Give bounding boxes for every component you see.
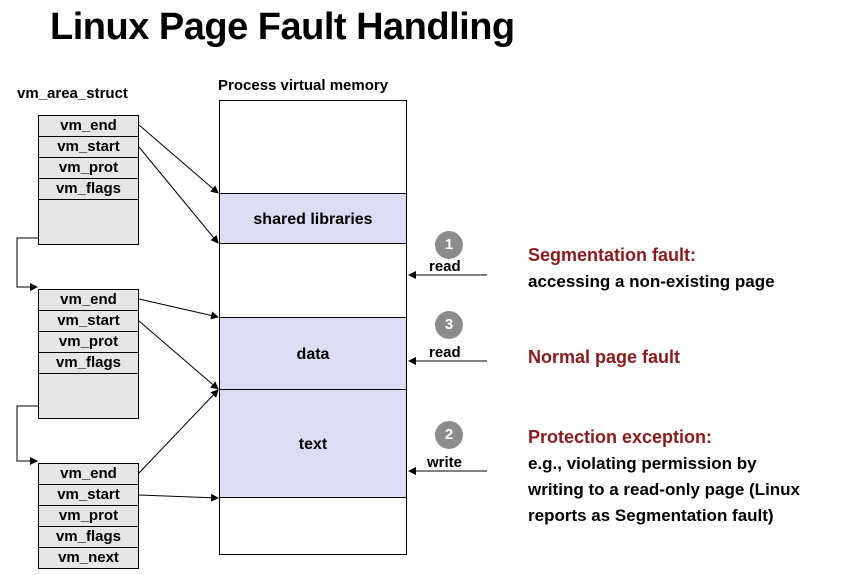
fault-title: Normal page fault: [528, 347, 681, 367]
arrow-vm-next-2: [16, 405, 38, 465]
fault-title: Protection exception:: [528, 427, 713, 447]
access-op-label: read: [429, 344, 461, 361]
access-number-badge: 2: [435, 421, 463, 449]
arrow-vm-end-1: [138, 124, 219, 194]
arrow-vm-end-2: [138, 298, 219, 320]
arrow-vm-next-1: [16, 237, 38, 291]
fault-description: accessing a non-existing page: [528, 272, 775, 291]
access-number-badge: 1: [435, 231, 463, 259]
access-number-badge: 3: [435, 311, 463, 339]
arrow-vm-start-2: [138, 320, 219, 390]
arrow-vm-end-3: [138, 389, 219, 474]
fault-description: writing to a read-only page (Linux: [528, 480, 801, 499]
access-op-label: write: [427, 454, 463, 471]
arrow-vm-start-1: [138, 146, 219, 244]
fault-description: reports as Segmentation fault): [528, 506, 774, 525]
fault-title: Segmentation fault:: [528, 245, 697, 265]
fault-description: e.g., violating permission by: [528, 454, 757, 473]
access-op-label: read: [429, 258, 461, 275]
arrow-vm-start-3: [138, 493, 219, 502]
